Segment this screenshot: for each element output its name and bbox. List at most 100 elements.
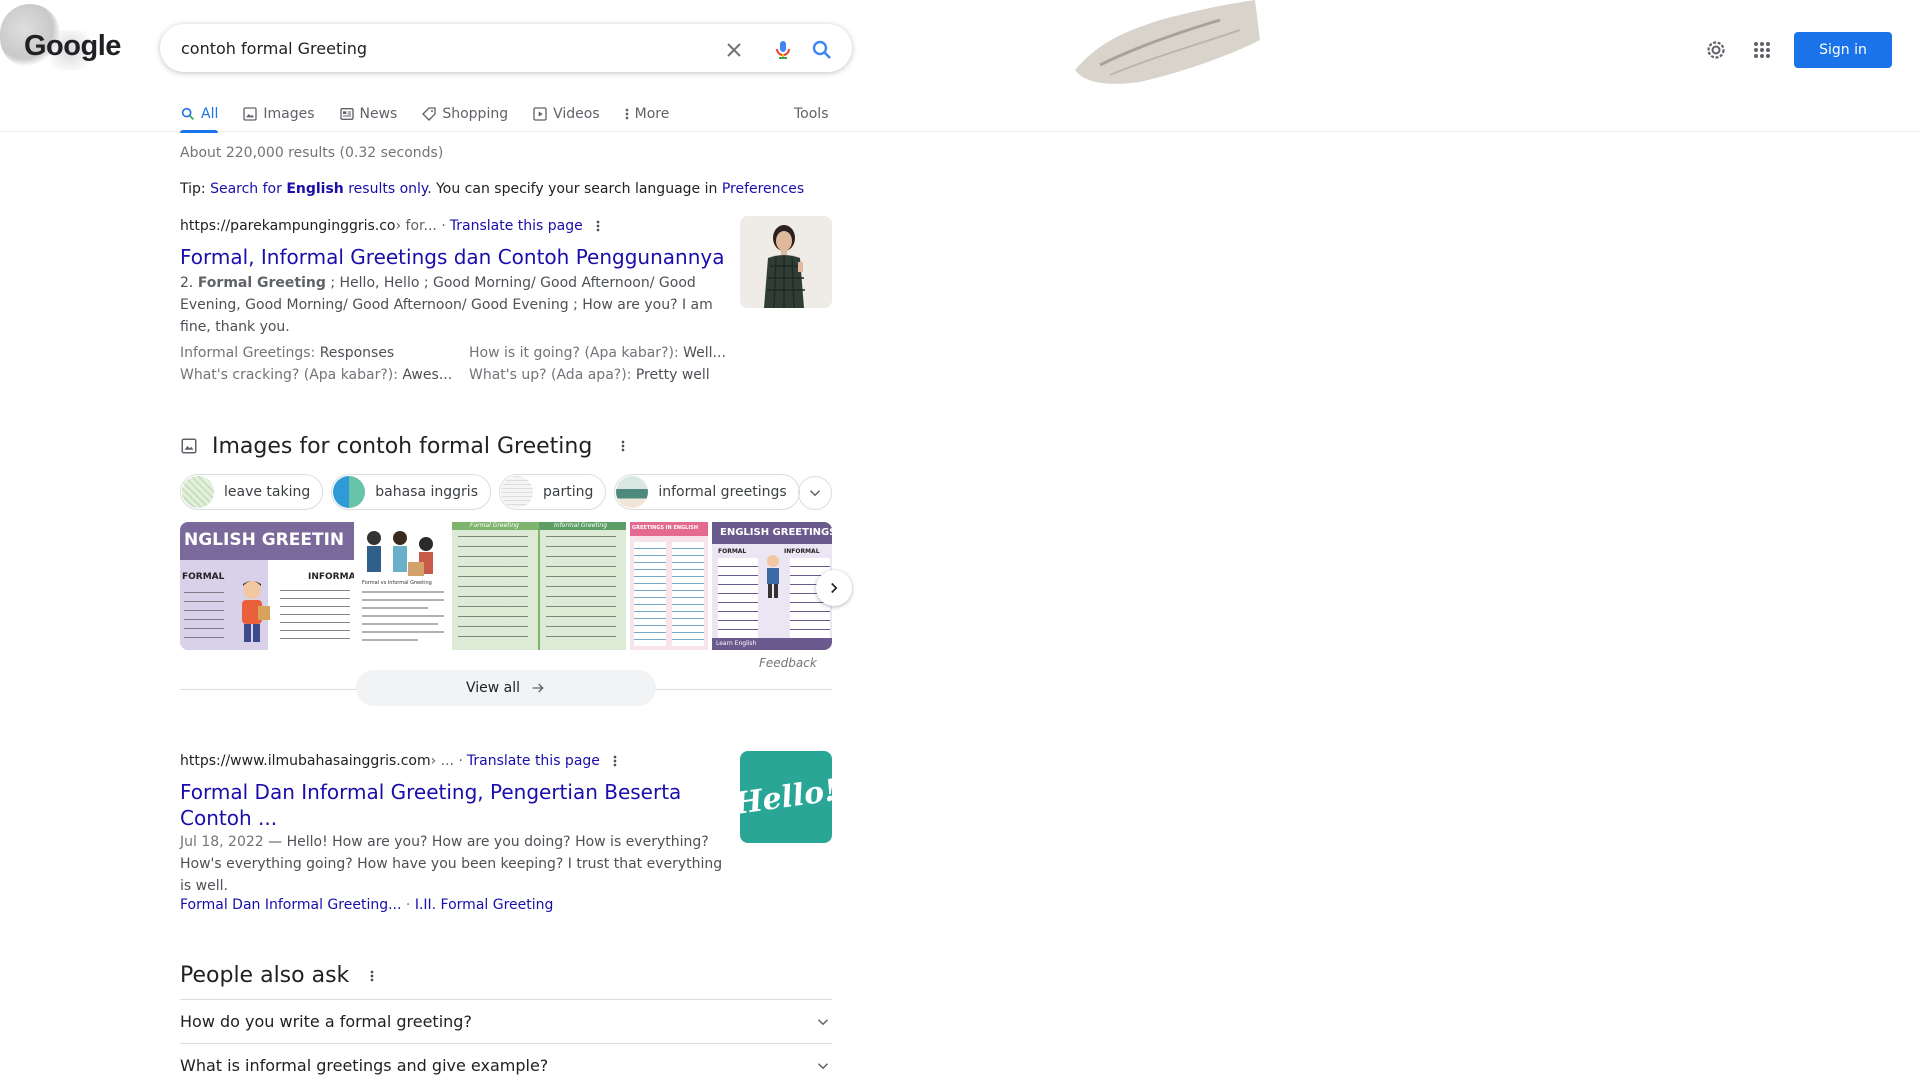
next-images-button[interactable] bbox=[816, 570, 852, 606]
image-caption: INFORMAL bbox=[784, 548, 820, 555]
subgrid-cell[interactable]: What's up? (Ada apa?): Pretty well bbox=[469, 364, 727, 386]
person-photo bbox=[740, 216, 832, 308]
result-sitelinks: Formal Dan Informal Greeting... · I.II. … bbox=[180, 897, 553, 913]
subgrid-key: Informal Greetings: bbox=[180, 345, 320, 361]
tab-news[interactable]: News bbox=[339, 96, 398, 132]
view-all-label: View all bbox=[465, 680, 521, 696]
image-result[interactable]: GREETINGS IN ENGLISH bbox=[630, 522, 708, 650]
apps-button[interactable] bbox=[1746, 34, 1778, 66]
feedback-link[interactable]: Feedback bbox=[759, 656, 817, 670]
tab-images[interactable]: Images bbox=[242, 96, 315, 132]
close-icon bbox=[727, 43, 741, 57]
result-date: Jul 18, 2022 bbox=[180, 834, 264, 850]
subgrid-value: Pretty well bbox=[635, 367, 710, 383]
more-vert-icon bbox=[613, 755, 617, 767]
result-url: https://www.ilmubahasainggris.com bbox=[180, 753, 431, 769]
snippet-highlight: Formal Greeting bbox=[197, 275, 326, 291]
expand-chips-button[interactable] bbox=[798, 476, 832, 510]
result-thumbnail[interactable]: Hello! bbox=[740, 751, 832, 843]
logo-text: Google bbox=[24, 30, 121, 62]
more-options-button[interactable] bbox=[612, 753, 618, 769]
chip-thumbnail bbox=[182, 476, 214, 508]
tip-link-bold: English bbox=[286, 181, 344, 197]
result-cite[interactable]: https://www.ilmubahasainggris.com › ... … bbox=[180, 751, 618, 771]
translate-link[interactable]: Translate this page bbox=[450, 218, 583, 234]
images-section-title: Images for contoh formal Greeting bbox=[212, 433, 593, 459]
tab-videos[interactable]: Videos bbox=[532, 96, 600, 132]
image-result[interactable]: ENGLISH GREETINGS FORMAL INFORMAL Learn … bbox=[712, 522, 832, 650]
result-subgrid: Informal Greetings: Responses How is it … bbox=[180, 342, 740, 386]
result-stats: About 220,000 results (0.32 seconds) bbox=[180, 145, 444, 161]
sign-in-button[interactable]: Sign in bbox=[1794, 32, 1892, 68]
chevron-down-icon bbox=[809, 490, 821, 497]
tab-shopping[interactable]: Shopping bbox=[421, 96, 508, 132]
settings-button[interactable] bbox=[1700, 34, 1732, 66]
voice-search-button[interactable] bbox=[767, 34, 799, 66]
people-also-ask-header: People also ask bbox=[180, 963, 375, 988]
subgrid-cell[interactable]: Informal Greetings: Responses bbox=[180, 342, 460, 364]
chip-label: informal greetings bbox=[658, 484, 787, 500]
image-caption: ENGLISH GREETINGS bbox=[720, 527, 832, 538]
chevron-right-icon bbox=[831, 582, 838, 594]
image-result[interactable]: NGLISH GREETIN FORMAL INFORMAL bbox=[180, 522, 354, 650]
image-caption: Formal Greeting bbox=[470, 522, 519, 529]
sitelink[interactable]: Formal Dan Informal Greeting... bbox=[180, 897, 401, 913]
image-caption: NGLISH GREETIN bbox=[184, 530, 345, 550]
result-title[interactable]: Formal Dan Informal Greeting, Pengertian… bbox=[180, 779, 720, 831]
search-icon bbox=[180, 106, 196, 122]
more-options-button[interactable] bbox=[595, 218, 601, 234]
image-caption: Formal vs Informal Greeting bbox=[362, 580, 432, 586]
search-result: https://parekampunginggris.co › for... ·… bbox=[180, 216, 832, 383]
chip-informal-greetings[interactable]: informal greetings bbox=[614, 474, 800, 510]
more-options-button[interactable] bbox=[620, 438, 626, 454]
image-result[interactable]: Formal vs Informal Greeting bbox=[358, 522, 448, 650]
search-input[interactable] bbox=[181, 25, 681, 71]
more-vert-icon bbox=[596, 220, 600, 232]
paa-question[interactable]: What is informal greetings and give exam… bbox=[180, 1043, 832, 1080]
subgrid-key: How is it going? (Apa kabar?): bbox=[469, 345, 684, 361]
subgrid-value: Responses bbox=[319, 345, 395, 361]
search-button[interactable] bbox=[806, 34, 838, 66]
sitelink-separator: · bbox=[401, 897, 415, 913]
view-all-images-button[interactable]: View all bbox=[356, 670, 656, 706]
tools-button[interactable]: Tools bbox=[794, 96, 829, 132]
more-options-button[interactable] bbox=[369, 968, 375, 984]
chip-leave-taking[interactable]: leave taking bbox=[180, 474, 324, 510]
result-url: https://parekampunginggris.co bbox=[180, 218, 396, 234]
google-logo[interactable]: Google bbox=[0, 4, 125, 76]
tab-label: News bbox=[359, 106, 398, 122]
tab-label: More bbox=[634, 106, 670, 122]
image-caption: INFORMAL bbox=[308, 572, 354, 582]
tab-label: Videos bbox=[553, 106, 600, 122]
doodle-decoration bbox=[1075, 0, 1260, 84]
subgrid-value: Awes... bbox=[402, 367, 453, 383]
chip-parting[interactable]: parting bbox=[498, 474, 607, 510]
subgrid-cell[interactable]: What's cracking? (Apa kabar?): Awes... bbox=[180, 364, 455, 386]
image-caption: FORMAL bbox=[182, 572, 225, 582]
play-icon bbox=[532, 106, 548, 122]
chip-bahasa-inggris[interactable]: bahasa inggris bbox=[331, 474, 491, 510]
english-only-link[interactable]: Search for English results only bbox=[210, 181, 427, 197]
chip-label: bahasa inggris bbox=[375, 484, 478, 500]
preferences-link[interactable]: Preferences bbox=[722, 181, 804, 197]
chip-thumbnail bbox=[616, 476, 649, 508]
tip-middle: . You can specify your search language i… bbox=[427, 181, 722, 197]
image-icon bbox=[181, 438, 197, 454]
result-thumbnail[interactable] bbox=[740, 216, 832, 308]
clear-button[interactable] bbox=[718, 34, 750, 66]
tab-more[interactable]: More bbox=[624, 96, 670, 132]
image-caption: Informal Greeting bbox=[554, 522, 608, 529]
microphone-icon bbox=[776, 41, 790, 59]
result-title[interactable]: Formal, Informal Greetings dan Contoh Pe… bbox=[180, 244, 724, 270]
subgrid-cell[interactable]: How is it going? (Apa kabar?): Well... bbox=[469, 342, 727, 364]
translate-link[interactable]: Translate this page bbox=[467, 753, 600, 769]
tab-all[interactable]: All bbox=[180, 96, 219, 133]
image-result[interactable]: Formal Greeting Informal Greeting bbox=[452, 522, 626, 650]
snippet-text: 2. bbox=[180, 275, 198, 291]
chip-label: parting bbox=[542, 484, 594, 500]
sitelink[interactable]: I.II. Formal Greeting bbox=[415, 897, 554, 913]
paa-question[interactable]: How do you write a formal greeting? bbox=[180, 999, 832, 1043]
search-tip: Tip: Search for English results only. Yo… bbox=[180, 181, 804, 197]
tab-label: All bbox=[201, 106, 219, 122]
result-cite[interactable]: https://parekampunginggris.co › for... ·… bbox=[180, 216, 601, 236]
